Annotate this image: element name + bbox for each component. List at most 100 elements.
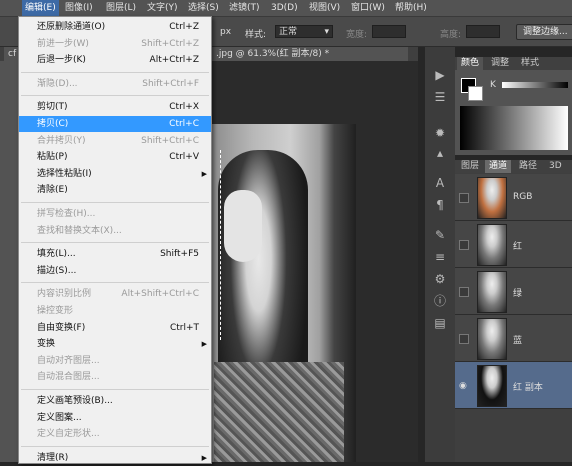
tab-paths[interactable]: 路径	[515, 160, 541, 173]
channel-row[interactable]: 红	[455, 221, 572, 268]
menu-bar: 编辑(E) 图像(I) 图层(L) 文字(Y) 选择(S) 滤镜(T) 3D(D…	[0, 0, 572, 17]
menu-edit[interactable]: 编辑(E)	[22, 0, 59, 16]
tab-channels[interactable]: 通道	[485, 160, 512, 173]
tab-layers[interactable]: 图层	[457, 160, 483, 173]
clone-source-icon[interactable]: ⚙	[432, 271, 448, 287]
visibility-toggle[interactable]	[459, 334, 469, 344]
visibility-toggle[interactable]	[459, 240, 469, 250]
menu-separator	[21, 71, 209, 73]
edit-menu-item: 自动对齐图层...	[19, 353, 211, 369]
width-label: 宽度:	[346, 30, 368, 40]
edit-menu-item[interactable]: 粘贴(P) Ctrl+V	[19, 149, 211, 165]
menu-separator	[21, 282, 209, 284]
document-tab-active[interactable]: .jpg @ 61.3%(红 副本/8) *	[212, 47, 408, 61]
menu-view[interactable]: 视图(V)	[306, 0, 343, 16]
eye-icon[interactable]: ◉	[459, 381, 467, 391]
edit-menu-item[interactable]: 定义画笔预设(B)...	[19, 393, 211, 409]
tab-styles[interactable]: 样式	[517, 57, 543, 70]
menu-separator	[21, 242, 209, 244]
menu-help[interactable]: 帮助(H)	[392, 0, 430, 16]
channel-thumbnail	[477, 177, 507, 219]
channel-row[interactable]: ◉ 红 副本	[455, 362, 572, 409]
info-icon[interactable]: ⓘ	[432, 293, 448, 309]
menu-item-label: 定义自定形状...	[37, 429, 100, 440]
tab-3d[interactable]: 3D	[545, 160, 566, 173]
color-ramp[interactable]	[460, 106, 568, 150]
paragraph-icon[interactable]: ¶	[432, 197, 448, 213]
menu-window[interactable]: 窗口(W)	[348, 0, 388, 16]
menu-item-label: 自动混合图层...	[37, 372, 100, 383]
channel-name: 红 副本	[513, 383, 543, 393]
brush-icon[interactable]: ≡	[432, 249, 448, 265]
tab-adjustments[interactable]: 调整	[487, 57, 513, 70]
edit-menu-item: 查找和替换文本(X)...	[19, 223, 211, 239]
edit-menu-item[interactable]: 拷贝(C) Ctrl+C	[19, 116, 211, 132]
menu-layer[interactable]: 图层(L)	[103, 0, 139, 16]
height-input[interactable]	[466, 25, 500, 38]
edit-menu-dropdown: 还原删除通道(O) Ctrl+Z 前进一步(W) Shift+Ctrl+Z 后退一步(K…	[18, 16, 212, 464]
character-icon[interactable]: A	[432, 175, 448, 191]
edit-menu-item[interactable]: 清理(R) ▶	[19, 450, 211, 466]
menu-filter[interactable]: 滤镜(T)	[226, 0, 263, 16]
edit-menu-item[interactable]: 还原删除通道(O) Ctrl+Z	[19, 19, 211, 35]
menu-image[interactable]: 图像(I)	[62, 0, 96, 16]
channel-row[interactable]: RGB	[455, 174, 572, 221]
history-icon[interactable]: ☰	[432, 89, 448, 105]
px-unit-label: px	[220, 27, 232, 37]
menu-item-label: 剪切(T)	[37, 102, 68, 113]
edit-menu-item[interactable]: 定义图案...	[19, 410, 211, 426]
visibility-toggle[interactable]	[459, 287, 469, 297]
menu-item-label: 拷贝(C)	[37, 119, 69, 129]
menu-item-shortcut: Ctrl+C	[169, 119, 199, 129]
notes-icon[interactable]: ▤	[432, 315, 448, 331]
menu-type[interactable]: 文字(Y)	[144, 0, 181, 16]
brightness-icon[interactable]: ✹	[432, 125, 448, 141]
menu-item-label: 拼写检查(H)...	[37, 209, 96, 219]
tool-presets-icon[interactable]: ✎	[432, 227, 448, 243]
submenu-arrow-icon: ▶	[201, 453, 207, 462]
edit-menu-item[interactable]: 填充(L)... Shift+F5	[19, 246, 211, 262]
edit-menu-item[interactable]: 描边(S)...	[19, 263, 211, 279]
k-slider[interactable]	[502, 82, 568, 88]
levels-icon[interactable]: ▴	[432, 145, 448, 161]
menu-item-label: 操控变形	[37, 306, 74, 316]
edit-menu-item[interactable]: 变换 ▶	[19, 336, 211, 352]
background-color-swatch[interactable]	[468, 86, 483, 101]
play-icon[interactable]: ▶	[432, 67, 448, 83]
edit-menu-item[interactable]: 自由变换(F) Ctrl+T	[19, 320, 211, 336]
edit-menu-item: 合并拷贝(Y) Shift+Ctrl+C	[19, 133, 211, 149]
channel-thumbnail	[477, 365, 507, 407]
style-select[interactable]: 正常 ▾	[275, 25, 333, 38]
edit-menu-item[interactable]: 后退一步(K) Alt+Ctrl+Z	[19, 52, 211, 68]
channel-name: 绿	[513, 289, 523, 299]
channel-row[interactable]: 绿	[455, 268, 572, 315]
channel-name: 红	[513, 242, 523, 252]
menu-select[interactable]: 选择(S)	[185, 0, 222, 16]
edit-menu-item[interactable]: 选择性粘贴(I) ▶	[19, 166, 211, 182]
edit-menu-item[interactable]: 清除(E)	[19, 182, 211, 198]
visibility-toggle[interactable]	[459, 193, 469, 203]
menu-item-label: 查找和替换文本(X)...	[37, 225, 122, 236]
tools-panel	[0, 61, 20, 462]
menu-item-label: 渐隐(D)...	[37, 78, 78, 89]
selection-marquee	[220, 150, 222, 340]
submenu-arrow-icon: ▶	[201, 340, 207, 349]
photo-face	[224, 190, 262, 262]
channel-thumbnail	[477, 271, 507, 313]
channel-row[interactable]: 蓝	[455, 315, 572, 362]
menu-item-shortcut: Alt+Ctrl+Z	[149, 55, 199, 66]
refine-edge-button[interactable]: 调整边缘...	[516, 24, 572, 40]
menu-item-shortcut: Shift+F5	[160, 249, 199, 260]
menu-item-label: 粘贴(P)	[37, 152, 68, 163]
edit-menu-item: 前进一步(W) Shift+Ctrl+Z	[19, 36, 211, 52]
panel-icon-strip: ▶ ☰ ✹ ▴ A ¶ ✎ ≡ ⚙ ⓘ ▤	[424, 47, 455, 462]
channel-k-label: K	[490, 80, 496, 90]
menu-item-label: 定义画笔预设(B)...	[37, 396, 113, 406]
edit-menu-item[interactable]: 剪切(T) Ctrl+X	[19, 99, 211, 115]
tab-color[interactable]: 颜色	[457, 57, 484, 70]
photo-dress	[214, 362, 344, 462]
menu-3d[interactable]: 3D(D)	[268, 0, 301, 16]
menu-item-shortcut: Ctrl+T	[169, 322, 199, 333]
width-input[interactable]	[372, 25, 406, 38]
style-label: 样式:	[245, 30, 267, 40]
